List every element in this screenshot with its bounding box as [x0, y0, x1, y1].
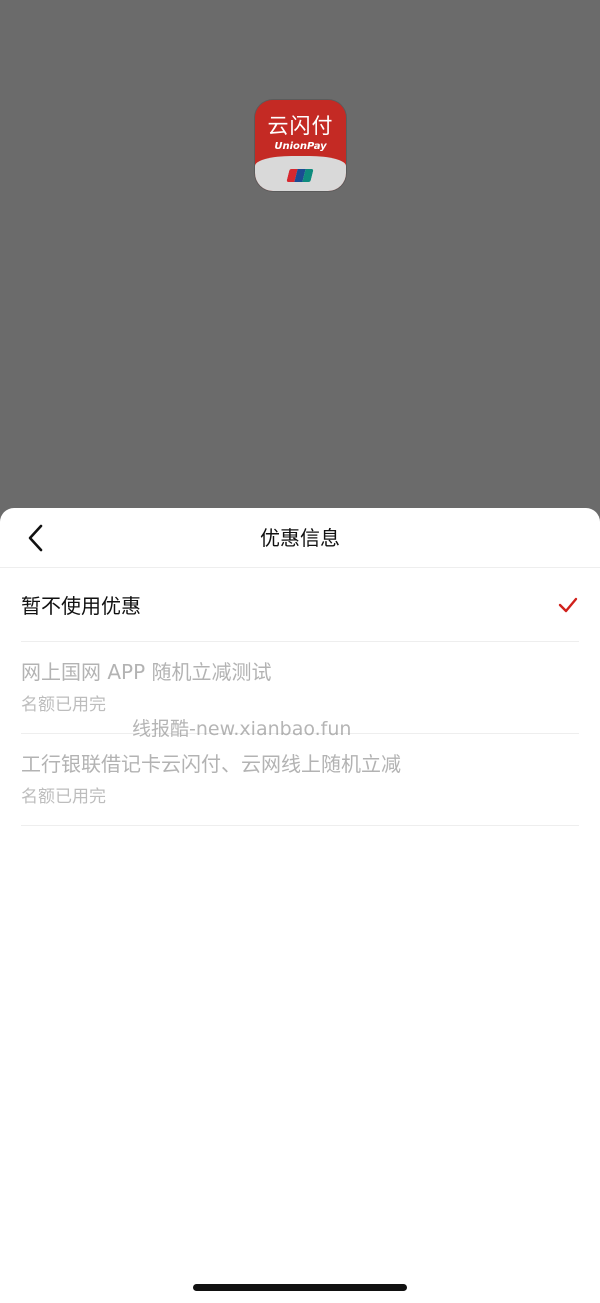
discount-sheet: 优惠信息 暂不使用优惠 网上国网 APP 随机立减测试 名额已用完 工行银联借记…	[0, 508, 600, 1303]
option-title: 网上国网 APP 随机立减测试	[21, 660, 272, 684]
sheet-header: 优惠信息	[0, 508, 600, 568]
option-status: 名额已用完	[21, 787, 106, 807]
option-discount-2: 工行银联借记卡云闪付、云网线上随机立减 名额已用完	[21, 734, 579, 826]
discount-option-list: 暂不使用优惠 网上国网 APP 随机立减测试 名额已用完 工行银联借记卡云闪付、…	[0, 568, 600, 826]
watermark-text: 线报酷-new.xianbao.fun	[132, 718, 352, 740]
option-title: 暂不使用优惠	[21, 594, 141, 618]
checkmark-icon	[558, 597, 578, 613]
unionpay-logo-icon	[286, 169, 314, 182]
home-indicator[interactable]	[193, 1284, 407, 1291]
app-icon-brand: UnionPay	[274, 141, 327, 152]
app-icon-name: 云闪付	[267, 114, 334, 138]
option-no-discount[interactable]: 暂不使用优惠	[21, 568, 579, 642]
option-title: 工行银联借记卡云闪付、云网线上随机立减	[21, 752, 401, 776]
sheet-title: 优惠信息	[260, 526, 340, 550]
unionpay-app-icon: 云闪付 UnionPay	[255, 100, 346, 191]
option-status: 名额已用完	[21, 695, 106, 715]
